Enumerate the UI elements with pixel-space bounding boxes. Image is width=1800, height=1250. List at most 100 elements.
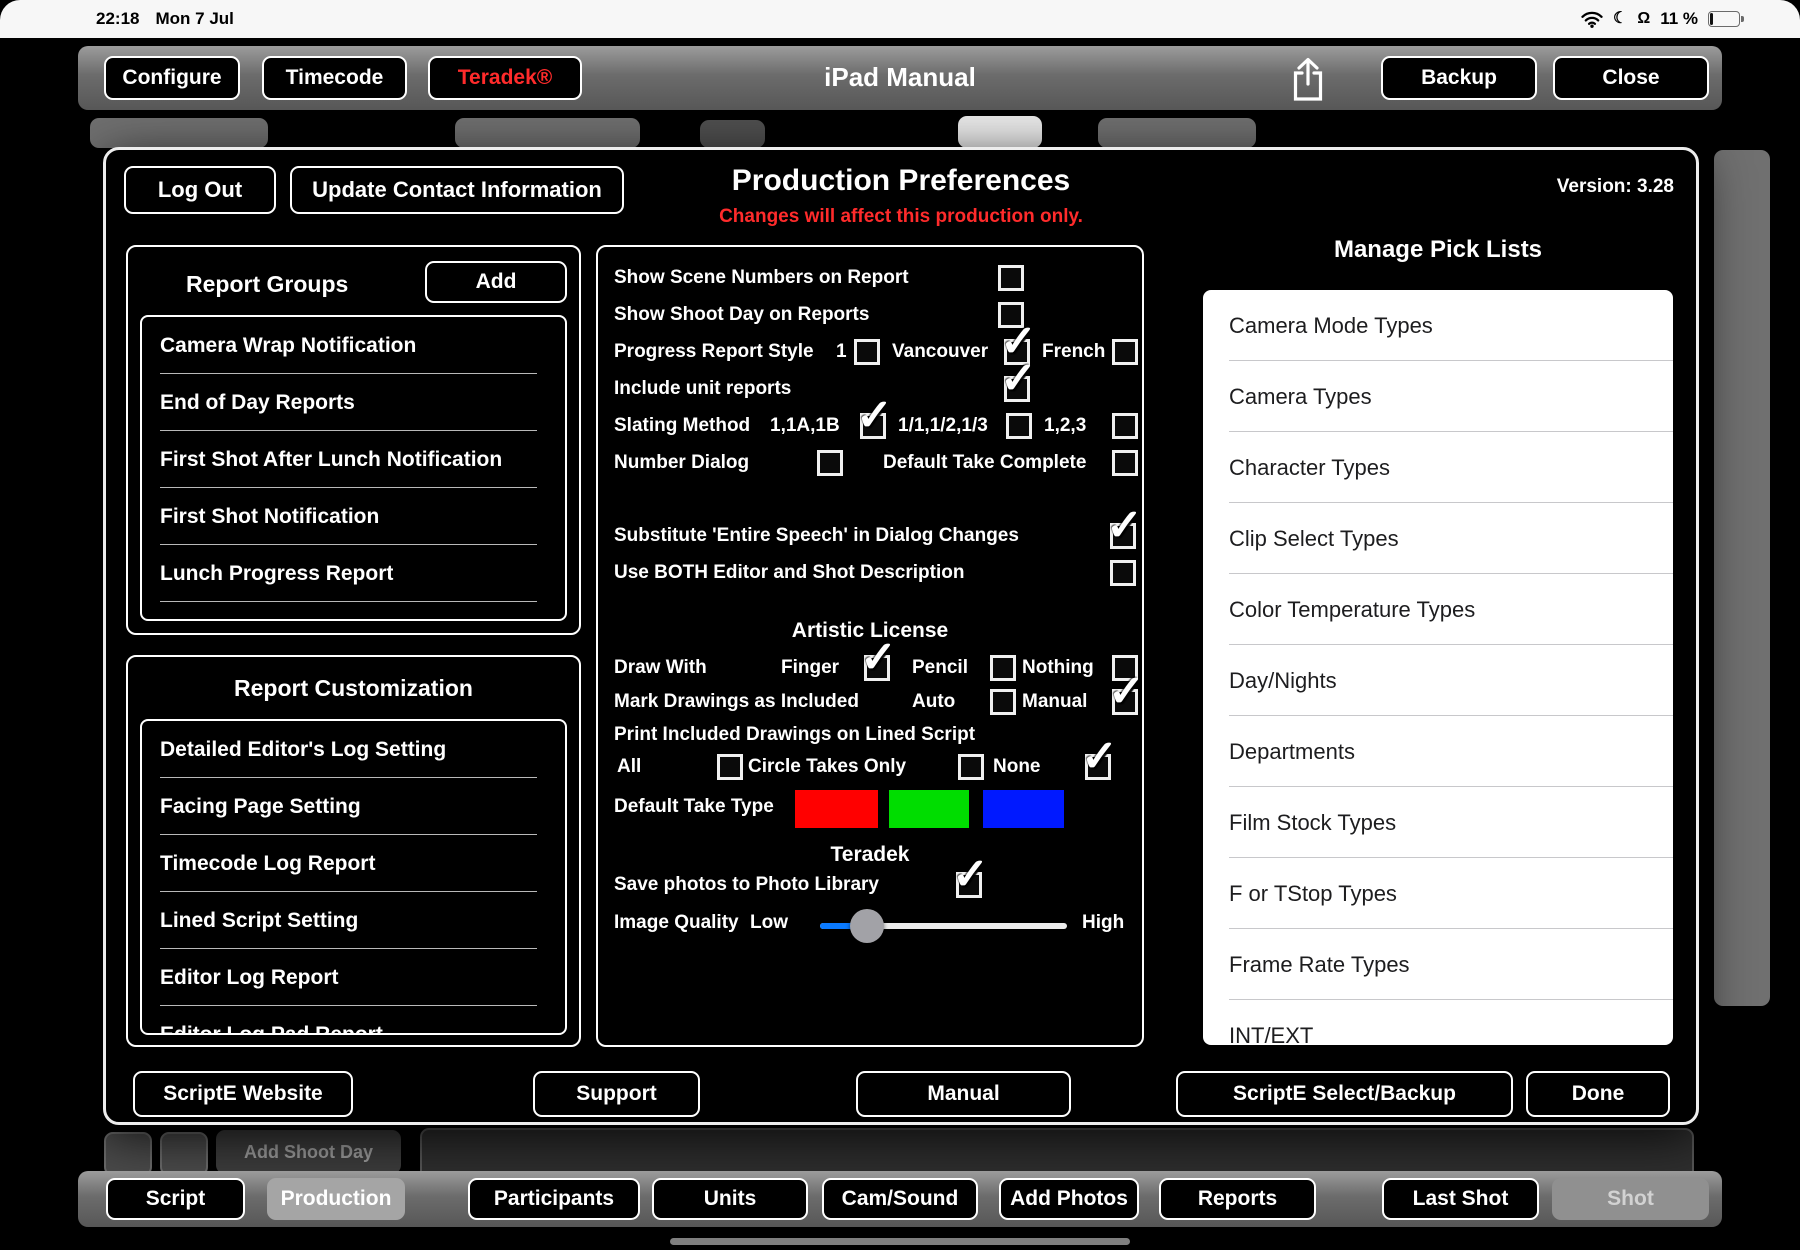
print-drawings-label: Print Included Drawings on Lined Script [614,724,975,746]
background-artifact [1098,118,1256,148]
image-quality-label: Image Quality [614,912,739,934]
report-customization-item[interactable]: Editor Log Pad Report [142,1006,565,1035]
pick-list-item[interactable]: Frame Rate Types [1203,929,1673,1000]
take-type-red-swatch[interactable] [795,790,878,828]
background-artifact [160,1132,208,1176]
image-quality-high-label: High [1082,912,1124,934]
close-button[interactable]: Close [1553,56,1709,100]
use-both-editor-checkbox[interactable] [1110,560,1136,586]
progress-style-french-checkbox[interactable] [1112,339,1138,365]
progress-style-1-checkbox[interactable] [854,339,880,365]
image-quality-slider[interactable] [820,923,1067,929]
save-photos-checkbox[interactable] [956,872,982,898]
substitute-entire-speech-checkbox[interactable] [1110,523,1136,549]
report-customization-panel: Report Customization Detailed Editor's L… [126,655,581,1047]
take-type-blue-swatch[interactable] [983,790,1064,828]
include-unit-reports-label: Include unit reports [614,378,791,400]
progress-style-vancouver-label: Vancouver [892,341,988,363]
home-indicator[interactable] [670,1238,1130,1245]
scripte-website-button[interactable]: ScriptE Website [133,1071,353,1117]
pick-list-item[interactable]: Departments [1203,716,1673,787]
report-group-item[interactable]: End of Day Reports [142,374,565,431]
show-shoot-day-label: Show Shoot Day on Reports [614,304,869,326]
background-add-shoot-day-button: Add Shoot Day [216,1130,401,1174]
done-button[interactable]: Done [1526,1071,1670,1117]
status-bar: 22:18 Mon 7 Jul ☾ Ω 11 % [0,0,1800,38]
slating-1-2-3-label: 1,2,3 [1044,415,1086,437]
default-take-type-label: Default Take Type [614,796,774,818]
top-toolbar: Configure Timecode Teradek® iPad Manual … [78,46,1722,110]
support-button[interactable]: Support [533,1071,700,1117]
backup-button[interactable]: Backup [1381,56,1537,100]
share-icon [1290,56,1326,102]
manual-button[interactable]: Manual [856,1071,1071,1117]
report-group-item[interactable]: First Shot After Lunch Notification [142,431,565,488]
draw-with-pencil-checkbox[interactable] [990,655,1016,681]
nav-shot-button[interactable]: Shot [1552,1178,1709,1220]
nav-units-button[interactable]: Units [652,1178,808,1220]
warning-text: Changes will affect this production only… [106,206,1696,228]
take-type-green-swatch[interactable] [889,790,969,828]
report-customization-item[interactable]: Lined Script Setting [142,892,565,949]
pick-list-item[interactable]: INT/EXT [1203,1000,1673,1045]
pick-list-item[interactable]: Color Temperature Types [1203,574,1673,645]
pick-list-item[interactable]: Film Stock Types [1203,787,1673,858]
draw-with-nothing-label: Nothing [1022,657,1094,679]
battery-percent: 11 % [1660,9,1698,29]
background-artifact [1714,150,1770,1006]
slating-fractions-checkbox[interactable] [1006,413,1032,439]
pick-list-item[interactable]: Camera Types [1203,361,1673,432]
print-none-checkbox[interactable] [1085,754,1111,780]
nav-cam-sound-button[interactable]: Cam/Sound [822,1178,978,1220]
background-artifact [90,118,268,148]
report-group-item[interactable]: Camera Wrap Notification [142,317,565,374]
mark-drawings-auto-checkbox[interactable] [990,689,1016,715]
report-customization-item[interactable]: Detailed Editor's Log Setting [142,721,565,778]
nav-script-button[interactable]: Script [106,1178,245,1220]
slating-1-1a-1b-checkbox[interactable] [860,413,886,439]
nav-production-button[interactable]: Production [267,1178,405,1220]
report-customization-item[interactable]: Editor Log Report [142,949,565,1006]
pick-list-item[interactable]: Day/Nights [1203,645,1673,716]
print-all-checkbox[interactable] [717,754,743,780]
default-take-complete-checkbox[interactable] [1112,450,1138,476]
progress-style-french-label: French [1042,341,1105,363]
report-groups-panel: Report Groups Add Camera Wrap Notificati… [126,245,581,635]
pick-list-item[interactable]: F or TStop Types [1203,858,1673,929]
default-take-complete-label: Default Take Complete [883,452,1086,474]
nav-last-shot-button[interactable]: Last Shot [1382,1178,1539,1220]
report-customization-item[interactable]: Timecode Log Report [142,835,565,892]
report-group-item[interactable]: Lunch Progress Report [142,545,565,602]
save-photos-label: Save photos to Photo Library [614,874,879,896]
show-scene-numbers-checkbox[interactable] [998,265,1024,291]
pick-list-item[interactable]: Camera Mode Types [1203,290,1673,361]
pick-list-item[interactable]: Clip Select Types [1203,503,1673,574]
background-artifact [958,116,1042,148]
manage-pick-lists-title: Manage Pick Lists [1203,236,1673,264]
screen: 22:18 Mon 7 Jul ☾ Ω 11 % Configure Timec… [0,0,1800,1250]
add-report-group-button[interactable]: Add [425,261,567,303]
progress-style-1-label: 1 [836,341,847,363]
report-groups-list: Camera Wrap Notification End of Day Repo… [140,315,567,621]
slider-thumb[interactable] [850,909,884,943]
headphones-icon: Ω [1637,11,1650,27]
slating-1-2-3-checkbox[interactable] [1112,413,1138,439]
mark-drawings-label: Mark Drawings as Included [614,691,859,713]
draw-with-finger-checkbox[interactable] [864,655,890,681]
report-group-item[interactable]: First Shot Notification [142,488,565,545]
nav-reports-button[interactable]: Reports [1159,1178,1316,1220]
pick-lists-panel: Camera Mode Types Camera Types Character… [1203,290,1673,1045]
share-button[interactable] [1278,54,1338,104]
scripte-select-backup-button[interactable]: ScriptE Select/Backup [1176,1071,1513,1117]
nav-participants-button[interactable]: Participants [468,1178,640,1220]
pick-list-item[interactable]: Character Types [1203,432,1673,503]
report-customization-item[interactable]: Facing Page Setting [142,778,565,835]
report-groups-title: Report Groups [186,271,348,298]
include-unit-reports-checkbox[interactable] [1004,376,1030,402]
mark-drawings-manual-checkbox[interactable] [1112,689,1138,715]
print-circle-takes-checkbox[interactable] [958,754,984,780]
mark-drawings-auto-label: Auto [912,691,955,713]
nav-add-photos-button[interactable]: Add Photos [999,1178,1139,1220]
use-both-editor-label: Use BOTH Editor and Shot Description [614,562,964,584]
number-dialog-checkbox[interactable] [817,450,843,476]
